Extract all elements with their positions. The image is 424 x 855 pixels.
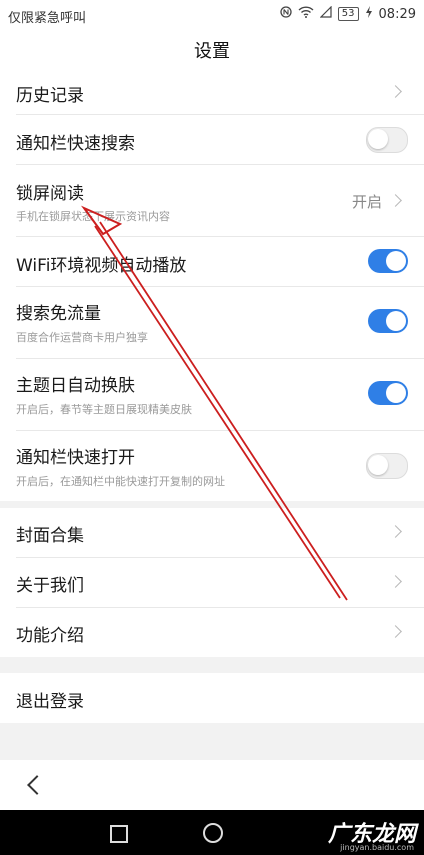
logout-label: 退出登录 — [16, 692, 84, 712]
system-nav-bar: 广东龙网 jingyan.baidu.com — [0, 810, 424, 855]
setting-free-data-search[interactable]: 搜索免流量 百度合作运营商卡用户独享 — [16, 287, 424, 359]
setting-subtitle: 百度合作运营商卡用户独享 — [16, 331, 148, 344]
settings-group-main: 历史记录 通知栏快速搜索 锁屏阅读 手机在锁屏状态下展示资讯内容 开启 WiFi… — [0, 74, 424, 501]
page-title: 设置 — [0, 30, 424, 74]
chevron-right-icon — [389, 625, 402, 638]
setting-wifi-autoplay[interactable]: WiFi环境视频自动播放 — [16, 237, 424, 287]
chevron-right-icon — [389, 194, 402, 207]
theme-skin-toggle[interactable] — [368, 381, 408, 405]
setting-lockscreen-reading[interactable]: 锁屏阅读 手机在锁屏状态下展示资讯内容 开启 — [16, 165, 424, 237]
chevron-right-icon — [389, 85, 402, 98]
home-icon[interactable] — [203, 823, 223, 843]
setting-label: WiFi环境视频自动播放 — [16, 256, 187, 276]
setting-subtitle: 开启后，在通知栏中能快速打开复制的网址 — [16, 475, 225, 488]
setting-label: 主题日自动换肤 — [16, 376, 135, 396]
setting-cover-collection[interactable]: 封面合集 — [16, 508, 424, 558]
clock: 08:29 — [378, 6, 416, 22]
carrier-text: 仅限紧急呼叫 — [8, 11, 87, 26]
setting-features[interactable]: 功能介绍 — [16, 608, 424, 657]
setting-label: 历史记录 — [16, 86, 84, 106]
setting-label: 封面合集 — [16, 526, 84, 546]
status-icons: 53 08:29 — [280, 5, 416, 22]
setting-label: 锁屏阅读 — [16, 184, 84, 204]
setting-history[interactable]: 历史记录 — [16, 74, 424, 115]
nfc-icon — [280, 6, 292, 22]
notify-search-toggle[interactable] — [366, 127, 408, 153]
recent-apps-icon[interactable] — [110, 825, 128, 843]
wifi-autoplay-toggle[interactable] — [368, 249, 408, 273]
setting-notify-open[interactable]: 通知栏快速打开 开启后，在通知栏中能快速打开复制的网址 — [16, 431, 424, 501]
notify-open-toggle[interactable] — [366, 453, 408, 479]
status-bar: 仅限紧急呼叫 53 08:29 — [0, 0, 424, 30]
back-arrow-icon[interactable] — [27, 775, 47, 795]
setting-subtitle: 手机在锁屏状态下展示资讯内容 — [16, 210, 170, 223]
setting-label: 通知栏快速打开 — [16, 448, 135, 468]
setting-notify-search[interactable]: 通知栏快速搜索 — [16, 115, 424, 165]
setting-subtitle: 开启后，春节等主题日展现精美皮肤 — [16, 403, 192, 416]
battery-indicator: 53 — [337, 7, 359, 21]
logout-button[interactable]: 退出登录 — [16, 673, 424, 723]
setting-about-us[interactable]: 关于我们 — [16, 558, 424, 608]
setting-theme-skin[interactable]: 主题日自动换肤 开启后，春节等主题日展现精美皮肤 — [16, 359, 424, 431]
chevron-right-icon — [389, 525, 402, 538]
watermark-url: jingyan.baidu.com — [340, 843, 414, 852]
setting-label: 通知栏快速搜索 — [16, 134, 135, 154]
charging-icon — [365, 6, 373, 22]
logout-section: 退出登录 — [0, 673, 424, 723]
bottom-toolbar — [0, 760, 424, 810]
setting-label: 搜索免流量 — [16, 304, 101, 324]
no-signal-icon — [319, 5, 332, 22]
free-data-toggle[interactable] — [368, 309, 408, 333]
setting-value: 开启 — [351, 193, 382, 211]
setting-label: 关于我们 — [16, 576, 84, 596]
wifi-icon — [298, 6, 314, 22]
chevron-right-icon — [389, 575, 402, 588]
settings-group-info: 封面合集 关于我们 功能介绍 — [0, 508, 424, 657]
setting-label: 功能介绍 — [16, 626, 84, 646]
